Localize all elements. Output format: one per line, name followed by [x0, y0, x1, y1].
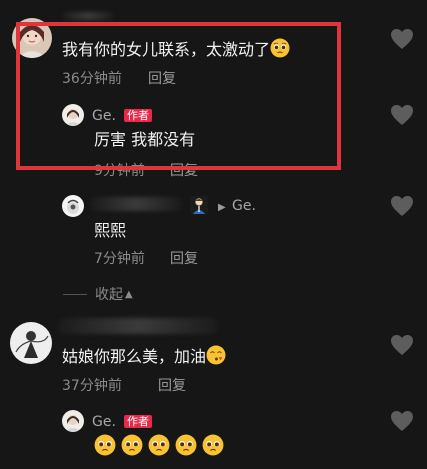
replier-avatar[interactable]: [62, 195, 84, 217]
comment-text-content: 姑娘你那么美，加油: [62, 347, 207, 366]
comment-timestamp: 37分钟前: [62, 378, 122, 394]
collapse-divider: [63, 293, 87, 295]
face-blowing-kiss-icon: [206, 345, 226, 365]
author-badge: 作者: [124, 109, 152, 122]
blurred-username: [58, 318, 218, 334]
emoji-row[interactable]: [94, 434, 224, 456]
comment-section: 我有你的女儿联系，太激动了 36分钟前 回复 Ge. 作者 厉害 我都没有 9分…: [0, 0, 427, 469]
heart-icon[interactable]: [390, 410, 414, 432]
blurred-username: [62, 12, 114, 20]
heart-icon[interactable]: [390, 104, 414, 126]
reply-button[interactable]: 回复: [158, 377, 186, 395]
comment-timestamp: 36分钟前: [62, 71, 122, 87]
reply-timestamp: 7分钟前: [94, 251, 145, 267]
reply-button[interactable]: 回复: [148, 70, 176, 88]
heart-icon[interactable]: [390, 334, 414, 356]
heart-icon[interactable]: [390, 28, 414, 50]
pleading-face-icon: [121, 434, 143, 456]
user-avatar[interactable]: [10, 322, 52, 364]
reply-timestamp: 9分钟前: [94, 163, 145, 179]
pleading-face-icon: [270, 38, 290, 58]
collapse-replies-button[interactable]: 收起 ▲: [63, 284, 133, 304]
pleading-face-icon: [202, 434, 224, 456]
reply-button[interactable]: 回复: [170, 250, 198, 268]
author-avatar[interactable]: [62, 410, 84, 432]
pleading-face-icon: [148, 434, 170, 456]
blurred-username: [90, 197, 182, 211]
reply-target-avatar: [190, 196, 208, 214]
comment-text[interactable]: 我有你的女儿联系，太激动了: [62, 38, 290, 61]
author-name[interactable]: Ge.: [92, 413, 116, 431]
reply-text[interactable]: 厉害 我都没有: [94, 129, 195, 151]
heart-icon[interactable]: [390, 195, 414, 217]
user-avatar[interactable]: [12, 18, 52, 58]
chevron-up-icon: ▲: [125, 288, 133, 300]
reply-arrow-icon: ▶: [218, 202, 226, 213]
pleading-face-icon: [175, 434, 197, 456]
collapse-label: 收起: [95, 287, 123, 303]
pleading-face-icon: [94, 434, 116, 456]
comment-text[interactable]: 姑娘你那么美，加油: [62, 345, 226, 368]
comment-text-content: 我有你的女儿联系，太激动了: [62, 40, 271, 59]
reply-target-name[interactable]: Ge.: [232, 197, 256, 215]
reply-button[interactable]: 回复: [170, 162, 198, 180]
reply-text[interactable]: 熙熙: [94, 220, 126, 242]
author-badge: 作者: [124, 415, 152, 428]
author-name[interactable]: Ge.: [92, 107, 116, 125]
author-avatar[interactable]: [62, 104, 84, 126]
